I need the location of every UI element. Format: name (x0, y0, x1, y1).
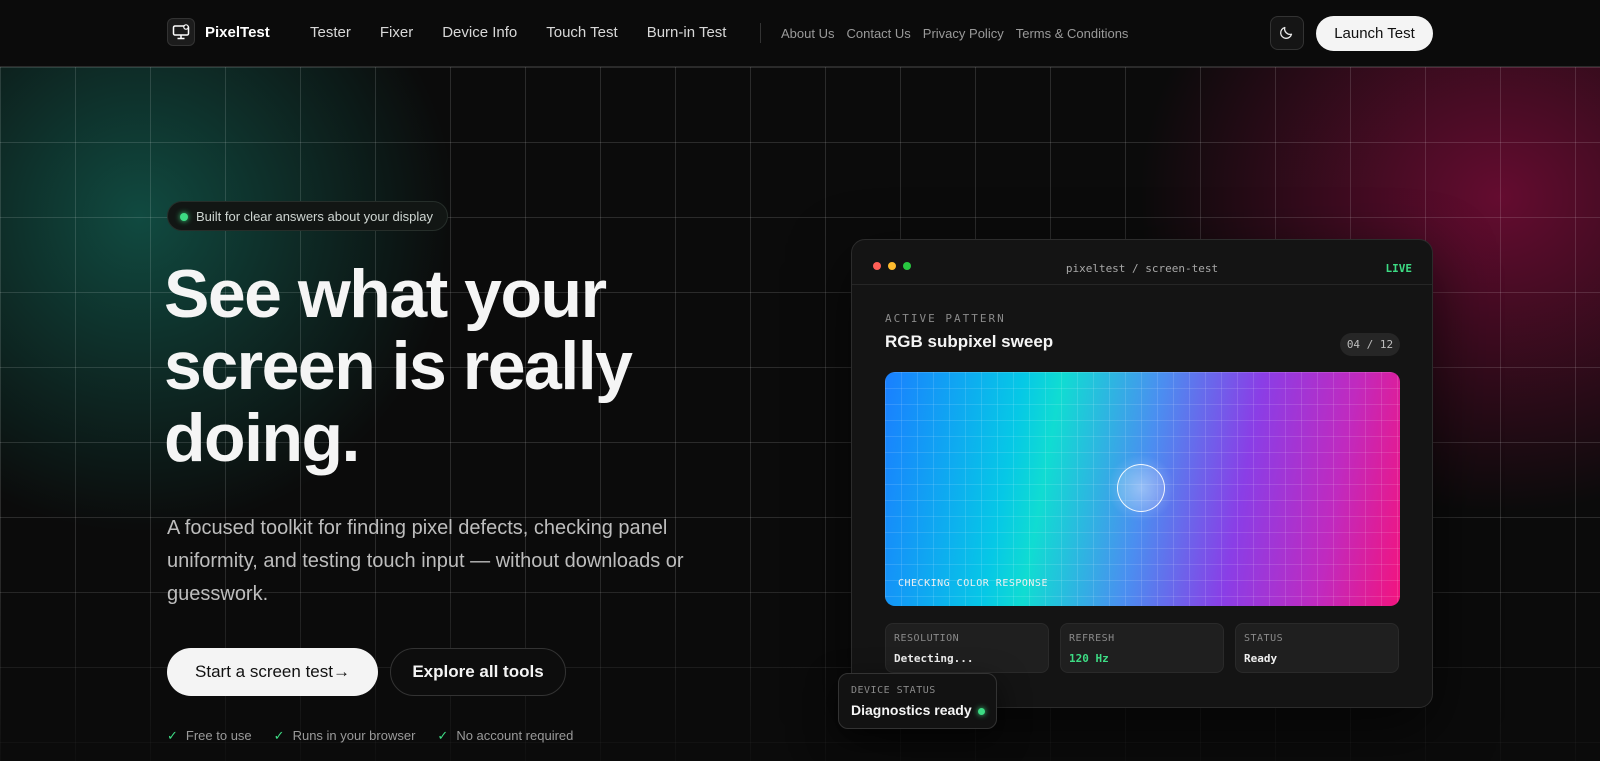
stat-status: STATUS Ready (1235, 623, 1399, 673)
check-icon: ✓ (437, 728, 449, 743)
brand-logo[interactable]: PixelTest (167, 18, 270, 46)
secondary-nav: About Us Contact Us Privacy Policy Terms… (781, 26, 1128, 41)
nav-item-privacy-policy[interactable]: Privacy Policy (923, 26, 1004, 41)
live-indicator: LIVE (1385, 262, 1413, 275)
monitor-icon (167, 18, 195, 46)
panel-path: pixeltest / screen-test (1065, 262, 1219, 275)
hero-badge: Built for clear answers about your displ… (167, 201, 449, 231)
hero-headline: See what your screen is really doing. (164, 256, 633, 476)
launch-test-button[interactable]: Launch Test (1316, 16, 1433, 51)
stat-label: RESOLUTION (894, 633, 960, 644)
sweep-caption: CHECKING COLOR RESPONSE (898, 578, 1048, 589)
feature-label: Free to use (185, 728, 252, 743)
nav-divider (760, 23, 761, 43)
stat-value: Ready (1244, 652, 1278, 665)
nav-item-touch-test[interactable]: Touch Test (546, 24, 617, 41)
nav-item-contact-us[interactable]: Contact Us (846, 26, 910, 41)
explore-tools-button[interactable]: Explore all tools (390, 648, 566, 696)
main-nav: Tester Fixer Device Info Touch Test Burn… (310, 24, 726, 41)
check-icon: ✓ (167, 728, 178, 743)
nav-item-tester[interactable]: Tester (310, 24, 351, 41)
stat-label: STATUS (1244, 633, 1284, 644)
status-dot-icon (978, 708, 985, 715)
stat-value: Detecting... (894, 652, 974, 665)
start-screen-test-button[interactable]: Start a screen test→ (167, 648, 378, 696)
hero-subcopy: A focused toolkit for finding pixel defe… (167, 517, 684, 605)
panel-title-bar: pixeltest / screen-test LIVE (852, 240, 1432, 285)
moon-icon (1279, 24, 1295, 43)
status-dot-icon (180, 213, 188, 221)
top-header: PixelTest Tester Fixer Device Info Touch… (0, 0, 1600, 67)
feature-list: ✓ Free to use ✓ Runs in your browser ✓ No a… (167, 728, 573, 744)
nav-item-device-info[interactable]: Device Info (442, 24, 517, 41)
feature-label: Runs in your browser (292, 728, 416, 743)
feature-item: ✓ Free to use (167, 728, 252, 744)
check-icon: ✓ (273, 728, 285, 743)
feature-item: ✓ Runs in your browser (274, 728, 416, 744)
theme-toggle-button[interactable] (1270, 16, 1304, 50)
stat-resolution: RESOLUTION Detecting... (885, 623, 1049, 673)
feature-label: No account required (456, 728, 574, 743)
pattern-counter: 04 / 12 (1340, 333, 1400, 356)
stat-label: REFRESH (1069, 633, 1115, 644)
active-pattern-label: ACTIVE PATTERN (885, 312, 1006, 325)
target-ring-icon (1117, 464, 1165, 512)
nav-item-about-us[interactable]: About Us (781, 26, 834, 41)
feature-item: ✓ No account required (437, 728, 573, 744)
rgb-sweep-preview: CHECKING COLOR RESPONSE (885, 372, 1400, 606)
device-status-card: DEVICE STATUS Diagnostics ready (838, 673, 997, 729)
stat-refresh: REFRESH 120 Hz (1060, 623, 1224, 673)
nav-item-terms[interactable]: Terms & Conditions (1016, 26, 1129, 41)
brand-name: PixelTest (205, 23, 270, 41)
device-status-value: Diagnostics ready (851, 702, 972, 718)
stat-value: 120 Hz (1069, 652, 1109, 665)
nav-item-fixer[interactable]: Fixer (380, 24, 413, 41)
nav-item-burn-in-test[interactable]: Burn-in Test (647, 24, 727, 41)
pattern-title: RGB subpixel sweep (885, 332, 1054, 351)
device-status-label: DEVICE STATUS (851, 685, 936, 696)
screen-test-preview-panel: pixeltest / screen-test LIVE ACTIVE PATT… (851, 239, 1433, 708)
hero-badge-text: Built for clear answers about your displ… (196, 208, 434, 224)
